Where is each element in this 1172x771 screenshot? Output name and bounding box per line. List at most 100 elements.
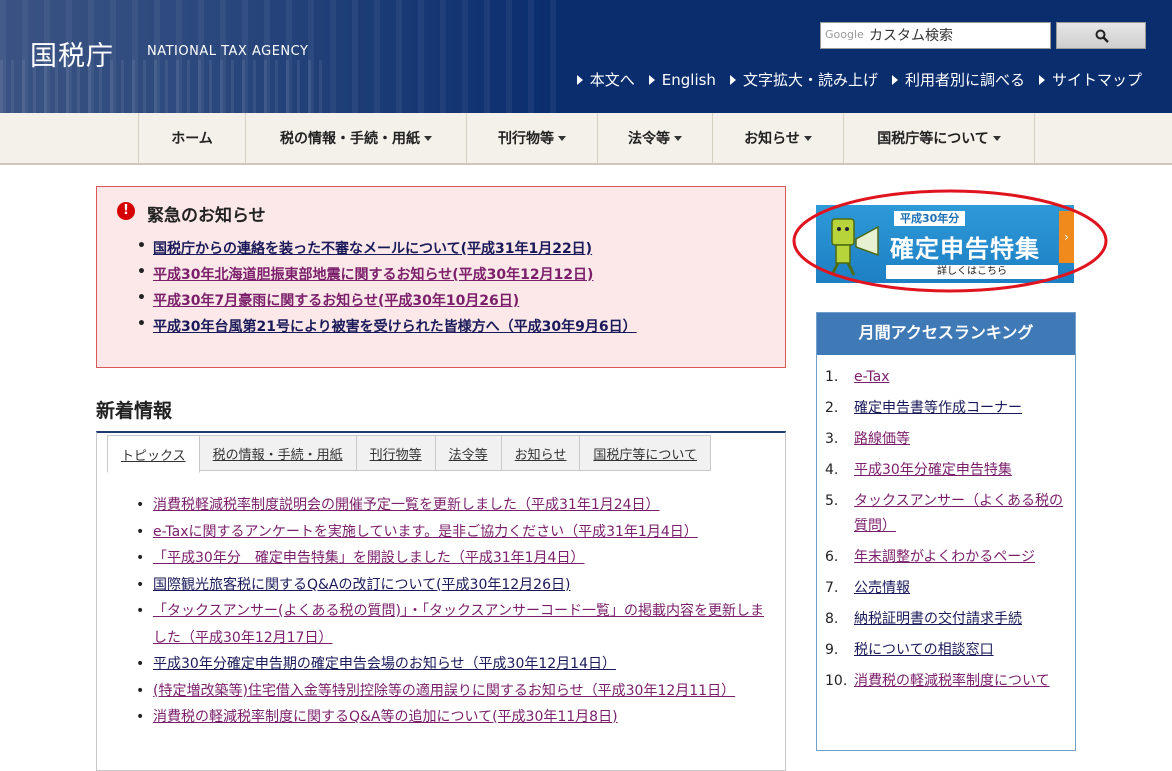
triangle-right-icon (729, 74, 736, 85)
nav-item-notices[interactable]: お知らせ (713, 113, 844, 163)
news-link[interactable]: 消費税軽減税率制度説明会の開催予定一覧を更新しました（平成31年1月24日） (153, 497, 660, 513)
emergency-link[interactable]: 平成30年台風第21号により被害を受けられた皆様方へ（平成30年9月6日） (153, 319, 637, 335)
ranking-link[interactable]: 公売情報 (854, 580, 910, 596)
search-brand-label: Google (825, 28, 864, 41)
rank-number: 10. (825, 673, 848, 689)
news-panel: トピックス 税の情報・手続・用紙 刊行物等 法令等 お知らせ 国税庁等について … (96, 431, 786, 771)
news-link[interactable]: 平成30年分確定申告期の確定申告会場のお知らせ（平成30年12月14日） (153, 656, 616, 672)
tab-laws[interactable]: 法令等 (435, 435, 502, 471)
emergency-item: 平成30年7月豪雨に関するお知らせ(平成30年10月26日) (137, 290, 637, 316)
ranking-item: 4. 平成30年分確定申告特集 (817, 458, 1075, 483)
news-item: 国際観光旅客税に関するQ&Aの改訂について(平成30年12月26日) (136, 572, 776, 599)
caret-down-icon (992, 135, 1001, 141)
triangle-right-icon (1038, 74, 1045, 85)
rank-number: 7. (825, 580, 839, 596)
rank-number: 8. (825, 611, 839, 627)
news-item: 「タックスアンサー(よくある税の質問)」・「タックスアンサーコード一覧」の掲載内… (136, 598, 776, 651)
emergency-link[interactable]: 国税庁からの連絡を装った不審なメールについて(平成31年1月22日) (153, 241, 592, 257)
ranking-list: 1. e-Tax 2. 確定申告書等作成コーナー 3. 路線価等 4. 平成30年分確定… (817, 355, 1075, 694)
rank-number: 2. (825, 400, 839, 416)
nav-item-publications[interactable]: 刊行物等 (467, 113, 598, 163)
ranking-item: 8. 納税証明書の交付請求手続 (817, 607, 1075, 632)
tax-return-special-banner[interactable]: 平成30年分 確定申告特集 詳しくはこちら › (816, 205, 1074, 283)
nav-item-tax-info[interactable]: 税の情報・手続・用紙 (246, 113, 467, 163)
util-link-sitemap[interactable]: サイトマップ (1038, 69, 1142, 90)
tab-topics[interactable]: トピックス (107, 435, 200, 473)
search-input[interactable] (869, 24, 1047, 47)
news-item: (特定増改築等)住宅借入金等特別控除等の適用誤りに関するお知らせ（平成30年12… (136, 678, 776, 705)
ranking-link[interactable]: e-Tax (854, 369, 889, 385)
ranking-link[interactable]: 消費税の軽減税率制度について (854, 673, 1050, 689)
ranking-item: 1. e-Tax (817, 365, 1075, 390)
global-nav-items: ホーム 税の情報・手続・用紙 刊行物等 法令等 お知らせ 国税庁等について (138, 113, 1035, 163)
news-link[interactable]: 「平成30年分 確定申告特集」を開設しました（平成31年1月4日） (153, 550, 584, 566)
banner-title: 確定申告特集 (890, 235, 1040, 263)
triangle-right-icon (648, 74, 655, 85)
news-link[interactable]: (特定増改築等)住宅借入金等特別控除等の適用誤りに関するお知らせ（平成30年12… (153, 683, 735, 699)
emergency-title: 緊急のお知らせ (147, 206, 266, 226)
news-tabs: トピックス 税の情報・手続・用紙 刊行物等 法令等 お知らせ 国税庁等について (107, 435, 712, 473)
util-link-by-user[interactable]: 利用者別に調べる (891, 69, 1025, 90)
emergency-notice-box: ! 緊急のお知らせ 国税庁からの連絡を装った不審なメールについて(平成31年1月… (96, 186, 786, 368)
alert-icon: ! (117, 202, 135, 220)
nav-item-about[interactable]: 国税庁等について (844, 113, 1035, 163)
triangle-right-icon (576, 74, 583, 85)
ranking-item: 3. 路線価等 (817, 427, 1075, 452)
util-link-text-size[interactable]: 文字拡大・読み上げ (729, 69, 878, 90)
rank-number: 3. (825, 431, 839, 447)
news-link[interactable]: 国際観光旅客税に関するQ&Aの改訂について(平成30年12月26日) (153, 577, 570, 593)
emergency-link[interactable]: 平成30年7月豪雨に関するお知らせ(平成30年10月26日) (153, 293, 519, 309)
ranking-link[interactable]: 確定申告書等作成コーナー (854, 400, 1022, 416)
ranking-link[interactable]: 路線価等 (854, 431, 910, 447)
caret-down-icon (558, 135, 566, 141)
ranking-link[interactable]: 納税証明書の交付請求手続 (854, 611, 1022, 627)
search-icon (1095, 29, 1109, 43)
tab-about[interactable]: 国税庁等について (580, 435, 712, 471)
global-nav: ホーム 税の情報・手続・用紙 刊行物等 法令等 お知らせ 国税庁等について (0, 113, 1172, 165)
search-box: Google (820, 22, 1051, 49)
utility-links: 本文へ English 文字拡大・読み上げ 利用者別に調べる サイトマップ (576, 69, 1142, 90)
util-link-skip-to-content[interactable]: 本文へ (576, 69, 635, 90)
news-link[interactable]: 消費税の軽減税率制度に関するQ&A等の追加について(平成30年11月8日) (153, 709, 618, 725)
nav-item-home[interactable]: ホーム (139, 113, 246, 163)
news-item: e-Taxに関するアンケートを実施しています。是非ご協力ください（平成31年1月… (136, 519, 776, 546)
caret-down-icon (674, 135, 682, 141)
news-link[interactable]: e-Taxに関するアンケートを実施しています。是非ご協力ください（平成31年1月… (153, 524, 698, 540)
news-item: 平成30年分確定申告期の確定申告会場のお知らせ（平成30年12月14日） (136, 651, 776, 678)
emergency-item: 国税庁からの連絡を装った不審なメールについて(平成31年1月22日) (137, 238, 637, 264)
site-logo[interactable]: 国税庁 (30, 34, 114, 73)
ranking-item: 10. 消費税の軽減税率制度について (817, 669, 1075, 694)
news-heading: 新着情報 (96, 400, 173, 422)
tab-tax-info[interactable]: 税の情報・手続・用紙 (199, 435, 357, 471)
emergency-item: 平成30年台風第21号により被害を受けられた皆様方へ（平成30年9月6日） (137, 316, 637, 342)
ranking-link[interactable]: 税についての相談窓口 (854, 642, 994, 658)
ranking-item: 2. 確定申告書等作成コーナー (817, 396, 1075, 421)
ranking-link[interactable]: タックスアンサー（よくある税の質問） (854, 493, 1063, 534)
emergency-list: 国税庁からの連絡を装った不審なメールについて(平成31年1月22日) 平成30年… (137, 238, 637, 342)
ranking-link[interactable]: 年末調整がよくわかるページ (854, 549, 1035, 565)
search-button[interactable] (1056, 22, 1146, 49)
banner-year-badge: 平成30年分 (894, 211, 966, 226)
caret-down-icon (424, 135, 432, 141)
rank-number: 4. (825, 462, 839, 478)
nav-item-laws[interactable]: 法令等 (598, 113, 713, 163)
access-ranking-box: 月間アクセスランキング 1. e-Tax 2. 確定申告書等作成コーナー 3. 路線価… (816, 312, 1076, 751)
ranking-item: 9. 税についての相談窓口 (817, 638, 1075, 663)
news-link[interactable]: 「タックスアンサー(よくある税の質問)」・「タックスアンサーコード一覧」の掲載内… (153, 603, 764, 646)
ranking-item: 6. 年末調整がよくわかるページ (817, 545, 1075, 570)
rank-number: 9. (825, 642, 839, 658)
rank-number: 6. (825, 549, 839, 565)
mascot-megaphone-icon (830, 218, 879, 276)
site-header: 国税庁 NATIONAL TAX AGENCY Google 本文へ Engli… (0, 0, 1172, 113)
ranking-link[interactable]: 平成30年分確定申告特集 (854, 462, 1012, 478)
rank-number: 5. (825, 493, 839, 509)
tab-publications[interactable]: 刊行物等 (356, 435, 436, 471)
ranking-title: 月間アクセスランキング (817, 313, 1075, 355)
emergency-link[interactable]: 平成30年北海道胆振東部地震に関するお知らせ(平成30年12月12日) (153, 267, 593, 283)
util-link-english[interactable]: English (648, 69, 716, 90)
tab-notices[interactable]: お知らせ (501, 435, 581, 471)
news-item: 「平成30年分 確定申告特集」を開設しました（平成31年1月4日） (136, 545, 776, 572)
ranking-item: 7. 公売情報 (817, 576, 1075, 601)
news-list: 消費税軽減税率制度説明会の開催予定一覧を更新しました（平成31年1月24日） e… (136, 492, 776, 731)
news-item: 消費税の軽減税率制度に関するQ&A等の追加について(平成30年11月8日) (136, 704, 776, 731)
